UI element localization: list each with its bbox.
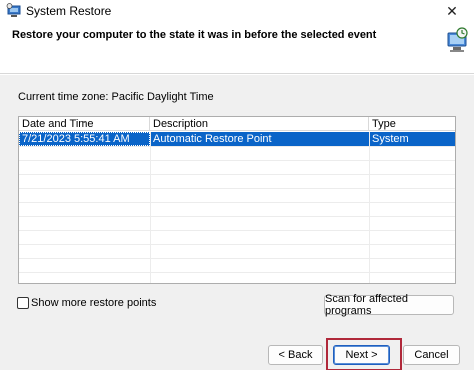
row-divider <box>19 146 455 147</box>
cell-date: 7/21/2023 5:55:41 AM <box>19 132 150 146</box>
title-bar: System Restore ✕ <box>0 0 474 22</box>
show-more-label[interactable]: Show more restore points <box>31 297 156 309</box>
column-divider <box>369 132 370 283</box>
restore-computer-icon <box>447 27 468 52</box>
scan-affected-programs-button[interactable]: Scan for affected programs <box>324 293 454 317</box>
row-divider <box>19 174 455 175</box>
row-divider <box>19 216 455 217</box>
close-button[interactable]: ✕ <box>430 0 474 22</box>
sort-indicator-icon: ⌄ <box>81 117 88 125</box>
cell-type: System <box>372 133 409 145</box>
row-divider <box>19 230 455 231</box>
cancel-button[interactable]: Cancel <box>403 345 460 365</box>
column-header-type[interactable]: Type <box>369 117 455 131</box>
system-restore-icon <box>6 3 21 17</box>
next-button-highlight-frame <box>326 338 402 370</box>
timezone-label: Current time zone: Pacific Daylight Time <box>18 91 214 103</box>
table-row[interactable]: 7/21/2023 5:55:41 AM Automatic Restore P… <box>19 132 455 146</box>
row-divider <box>19 188 455 189</box>
show-more-checkbox[interactable] <box>17 297 29 309</box>
header-panel: Restore your computer to the state it wa… <box>0 22 474 74</box>
row-divider <box>19 244 455 245</box>
row-divider <box>19 202 455 203</box>
table-header: Date and Time ⌄ Description Type <box>19 117 455 131</box>
page-heading: Restore your computer to the state it wa… <box>12 29 377 41</box>
column-divider <box>150 132 151 283</box>
column-header-date[interactable]: Date and Time ⌄ <box>19 117 150 131</box>
back-button[interactable]: < Back <box>268 345 323 365</box>
row-divider <box>19 258 455 259</box>
cell-description: Automatic Restore Point <box>153 133 272 145</box>
window-title: System Restore <box>26 4 112 18</box>
restore-points-table[interactable]: Date and Time ⌄ Description Type 7/21/20… <box>18 116 456 284</box>
column-header-description[interactable]: Description <box>150 117 369 131</box>
show-more-restore-points-option[interactable]: Show more restore points <box>17 297 156 309</box>
row-divider <box>19 272 455 273</box>
row-divider <box>19 160 455 161</box>
